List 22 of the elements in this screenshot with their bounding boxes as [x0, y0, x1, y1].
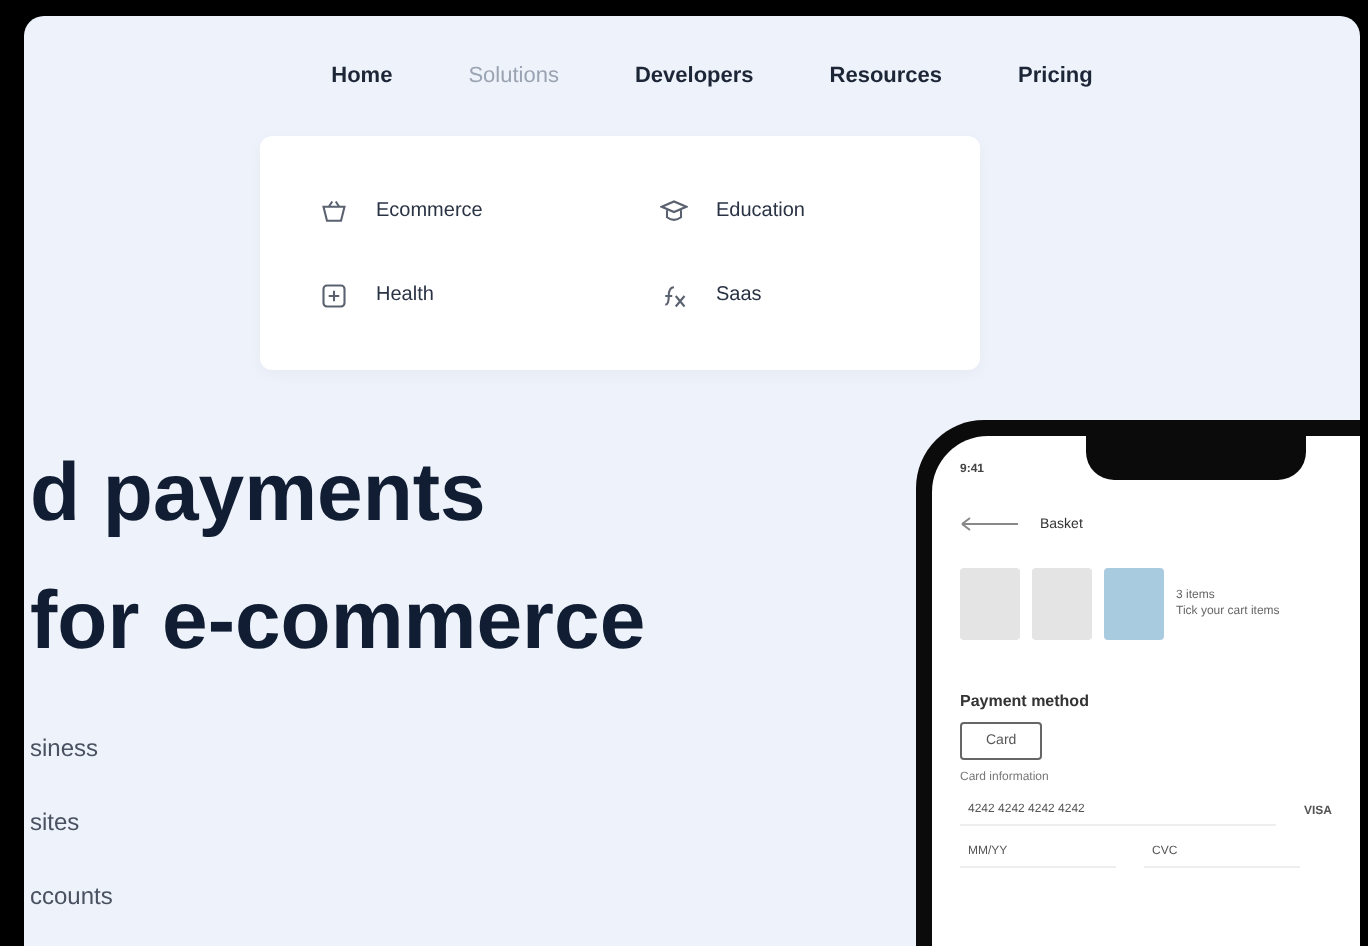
product-photo — [1104, 568, 1164, 640]
section-label: Payment method — [960, 692, 1091, 710]
menu-item[interactable]: Health — [320, 281, 660, 309]
basket-icon — [320, 197, 348, 225]
function-icon — [660, 281, 688, 309]
nav-link[interactable]: Home — [331, 64, 393, 88]
cap-icon — [660, 197, 688, 225]
nav-link[interactable]: Pricing — [1018, 64, 1093, 88]
menu-item[interactable]: Saas — [660, 281, 1000, 309]
headline-text: for e-commerce — [30, 572, 646, 670]
headline-text: d payments — [30, 444, 488, 542]
menu-item[interactable]: Education — [660, 197, 1000, 225]
plus-icon — [320, 281, 348, 309]
feature-text: sites — [30, 806, 82, 840]
back-arrow-icon[interactable] — [960, 516, 1020, 532]
nav-link[interactable]: Resources — [829, 64, 943, 88]
product-photo — [1032, 568, 1092, 640]
menu-item[interactable]: Ecommerce — [320, 197, 660, 225]
nav-link[interactable]: Developers — [634, 64, 754, 88]
product-photo — [960, 568, 1020, 640]
feature-text: siness — [30, 732, 101, 766]
feature-text: ccounts — [30, 880, 115, 914]
